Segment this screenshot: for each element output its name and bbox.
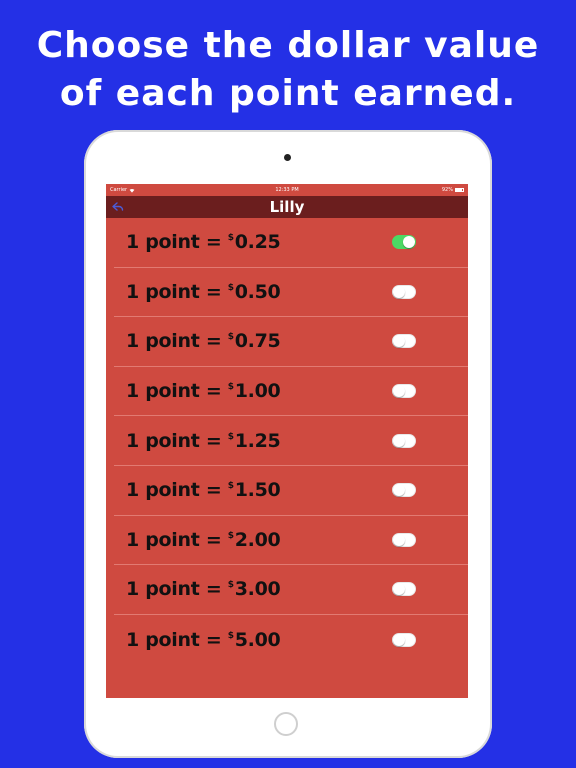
point-prefix: 1 point = xyxy=(126,280,228,303)
navigation-bar: Lilly xyxy=(106,196,468,218)
value-toggle-switch[interactable] xyxy=(392,334,416,349)
toggle-knob xyxy=(403,236,415,249)
dollar-amount: 1.50 xyxy=(234,479,281,502)
point-value-label: 1 point = $3.00 xyxy=(126,578,281,601)
point-value-label: 1 point = $0.75 xyxy=(126,330,281,353)
point-prefix: 1 point = xyxy=(126,380,228,403)
toggle-knob xyxy=(393,285,405,298)
point-prefix: 1 point = xyxy=(126,429,228,452)
dollar-amount: 0.50 xyxy=(234,280,281,303)
list-item: 1 point = $1.25 xyxy=(114,416,468,466)
toggle-knob xyxy=(393,633,405,646)
toggle-knob xyxy=(393,434,405,447)
point-prefix: 1 point = xyxy=(126,479,228,502)
battery-icon xyxy=(455,188,464,192)
dollar-amount: 3.00 xyxy=(234,578,281,601)
toggle-knob xyxy=(393,484,405,497)
value-toggle-switch[interactable] xyxy=(392,284,416,299)
point-value-label: 1 point = $0.50 xyxy=(126,280,281,303)
dollar-amount: 5.00 xyxy=(234,628,281,651)
value-toggle-switch[interactable] xyxy=(392,532,416,547)
value-toggle-switch[interactable] xyxy=(392,632,416,647)
currency-symbol: $ xyxy=(227,580,234,591)
point-prefix: 1 point = xyxy=(126,628,228,651)
point-prefix: 1 point = xyxy=(126,528,228,551)
list-item: 1 point = $0.25 xyxy=(114,218,468,268)
currency-symbol: $ xyxy=(227,233,234,244)
currency-symbol: $ xyxy=(227,630,234,641)
list-item: 1 point = $0.75 xyxy=(114,317,468,367)
list-item: 1 point = $0.50 xyxy=(114,268,468,318)
toggle-knob xyxy=(393,335,405,348)
home-button[interactable] xyxy=(274,712,298,736)
currency-symbol: $ xyxy=(227,332,234,343)
dollar-amount: 2.00 xyxy=(234,528,281,551)
toggle-knob xyxy=(393,533,405,546)
value-toggle-switch[interactable] xyxy=(392,433,416,448)
point-value-list: 1 point = $0.25 1 point = $0.50 1 point = … xyxy=(106,218,468,664)
point-value-label: 1 point = $0.25 xyxy=(126,231,281,254)
status-time: 12:33 PM xyxy=(275,187,299,193)
toggle-knob xyxy=(393,385,405,398)
point-value-label: 1 point = $1.00 xyxy=(126,380,281,403)
headline-line-1: Choose the dollar value xyxy=(36,25,540,66)
toggle-knob xyxy=(393,583,405,596)
currency-symbol: $ xyxy=(227,382,234,393)
dollar-amount: 0.25 xyxy=(234,231,281,254)
point-value-label: 1 point = $1.25 xyxy=(126,429,281,452)
list-item: 1 point = $5.00 xyxy=(114,615,468,665)
value-toggle-switch[interactable] xyxy=(392,384,416,399)
dollar-amount: 0.75 xyxy=(234,330,281,353)
currency-symbol: $ xyxy=(227,481,234,492)
currency-symbol: $ xyxy=(227,530,234,541)
status-bar: Carrier 12:33 PM 92% xyxy=(106,184,468,196)
dollar-amount: 1.00 xyxy=(234,380,281,403)
value-toggle-switch[interactable] xyxy=(392,235,416,250)
value-toggle-switch[interactable] xyxy=(392,483,416,498)
ipad-frame: Carrier 12:33 PM 92% Lilly 1 point = $0.… xyxy=(84,130,492,758)
back-arrow-icon[interactable] xyxy=(112,201,124,213)
currency-symbol: $ xyxy=(227,282,234,293)
point-value-label: 1 point = $2.00 xyxy=(126,528,281,551)
point-value-label: 1 point = $1.50 xyxy=(126,479,281,502)
headline-line-2: of each point earned. xyxy=(59,73,517,114)
currency-symbol: $ xyxy=(227,431,234,442)
point-prefix: 1 point = xyxy=(126,578,228,601)
list-item: 1 point = $1.00 xyxy=(114,367,468,417)
marketing-headline: Choose the dollar value of each point ea… xyxy=(0,22,576,118)
camera-dot xyxy=(284,154,291,161)
list-item: 1 point = $3.00 xyxy=(114,565,468,615)
point-prefix: 1 point = xyxy=(126,330,228,353)
point-prefix: 1 point = xyxy=(126,231,228,254)
point-value-label: 1 point = $5.00 xyxy=(126,628,281,651)
dollar-amount: 1.25 xyxy=(234,429,281,452)
app-screen: Carrier 12:33 PM 92% Lilly 1 point = $0.… xyxy=(106,184,468,698)
list-item: 1 point = $2.00 xyxy=(114,516,468,566)
nav-title: Lilly xyxy=(269,198,305,216)
list-item: 1 point = $1.50 xyxy=(114,466,468,516)
value-toggle-switch[interactable] xyxy=(392,582,416,597)
